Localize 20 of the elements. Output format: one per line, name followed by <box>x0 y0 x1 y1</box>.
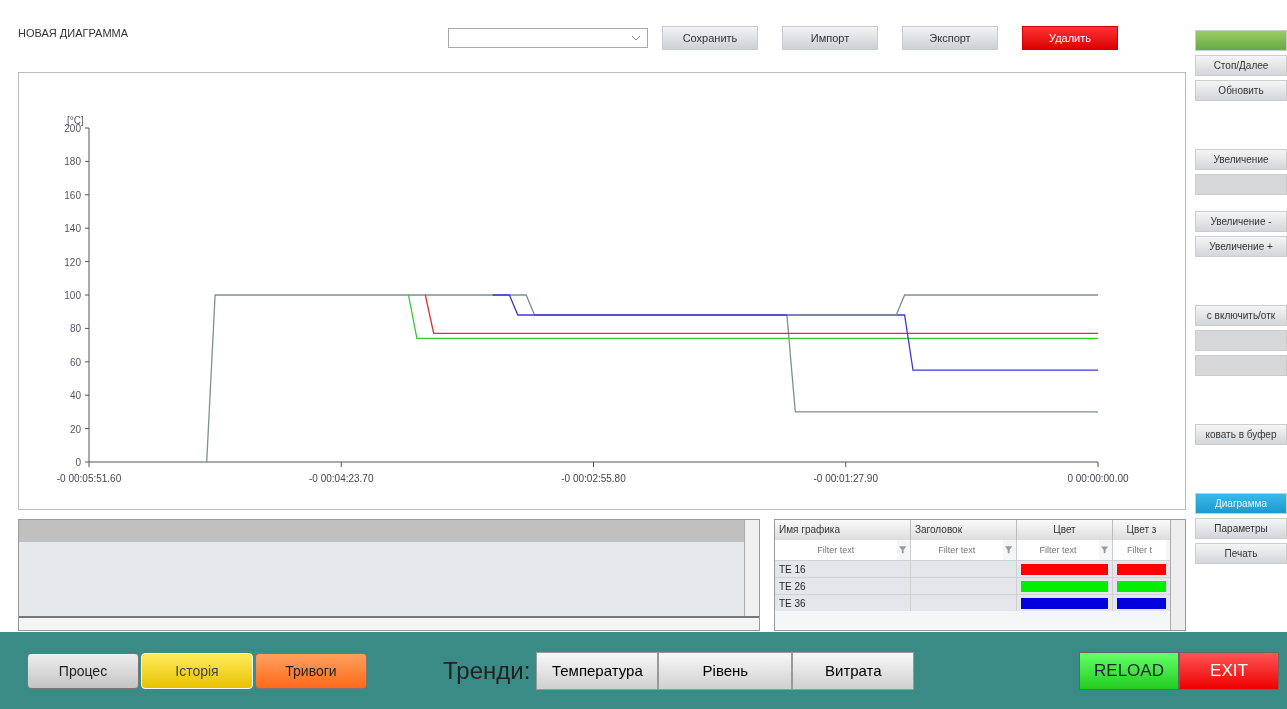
y-tick-label: 80 <box>69 323 81 335</box>
y-tick-label: 40 <box>69 390 81 402</box>
y-tick-label: 100 <box>64 290 81 301</box>
table-cell: TE 36 <box>775 595 911 611</box>
y-tick-label: 140 <box>64 223 81 235</box>
x-tick-label: -0 00:02:55.80 <box>561 473 626 484</box>
y-tick-label: 120 <box>64 256 81 268</box>
y-tick-label: 160 <box>64 189 81 201</box>
x-tick-label: 0 00:00:00.00 <box>1067 473 1129 484</box>
x-tick-label: -0 00:04:23.70 <box>309 473 374 484</box>
axis-unit: [°C] <box>67 115 84 126</box>
x-tick-label: -0 00:05:51.60 <box>56 473 122 484</box>
y-tick-label: 0 <box>75 457 81 468</box>
y-tick-label: 180 <box>64 156 81 168</box>
x-tick-label: -0 00:01:27.90 <box>813 473 878 484</box>
diagram-title: НОВАЯ ДИАГРАММА <box>18 27 130 39</box>
y-tick-label: 20 <box>69 423 81 435</box>
y-tick-label: 60 <box>69 356 81 368</box>
y-tick-label: 200 <box>64 123 81 134</box>
trends-label: Тренди: <box>443 656 531 685</box>
